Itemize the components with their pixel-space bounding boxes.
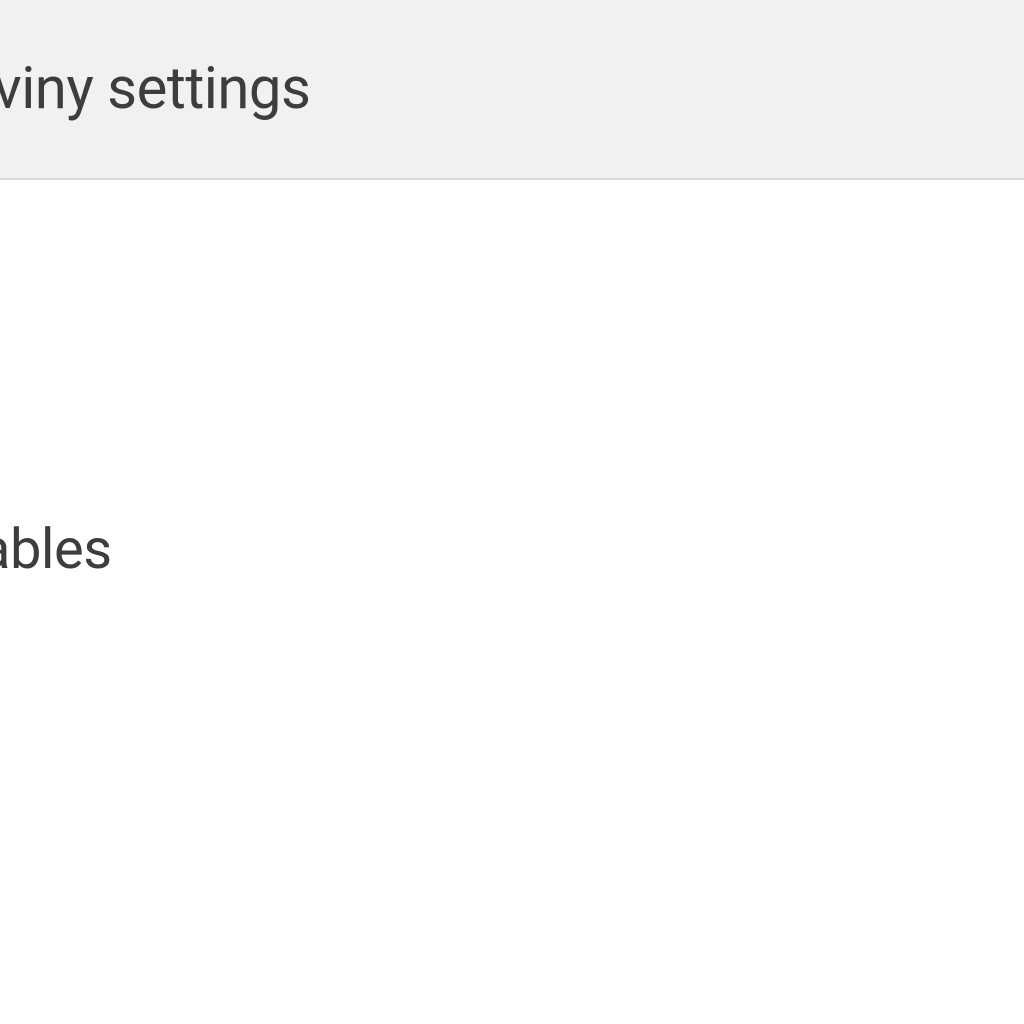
spacer (0, 622, 1024, 782)
spacer (0, 928, 1024, 1018)
settings-header: iviny settings (0, 0, 1024, 180)
list-item[interactable]: , (0, 240, 1024, 386)
list-item[interactable]: r (0, 782, 1024, 928)
list-item[interactable]: ables (0, 476, 1024, 622)
list-item-label: ables (0, 516, 112, 582)
list-item[interactable]: pe (0, 1018, 1024, 1024)
page-title: iviny settings (0, 55, 310, 123)
settings-list: , ables r pe (0, 180, 1024, 1024)
spacer (0, 386, 1024, 476)
